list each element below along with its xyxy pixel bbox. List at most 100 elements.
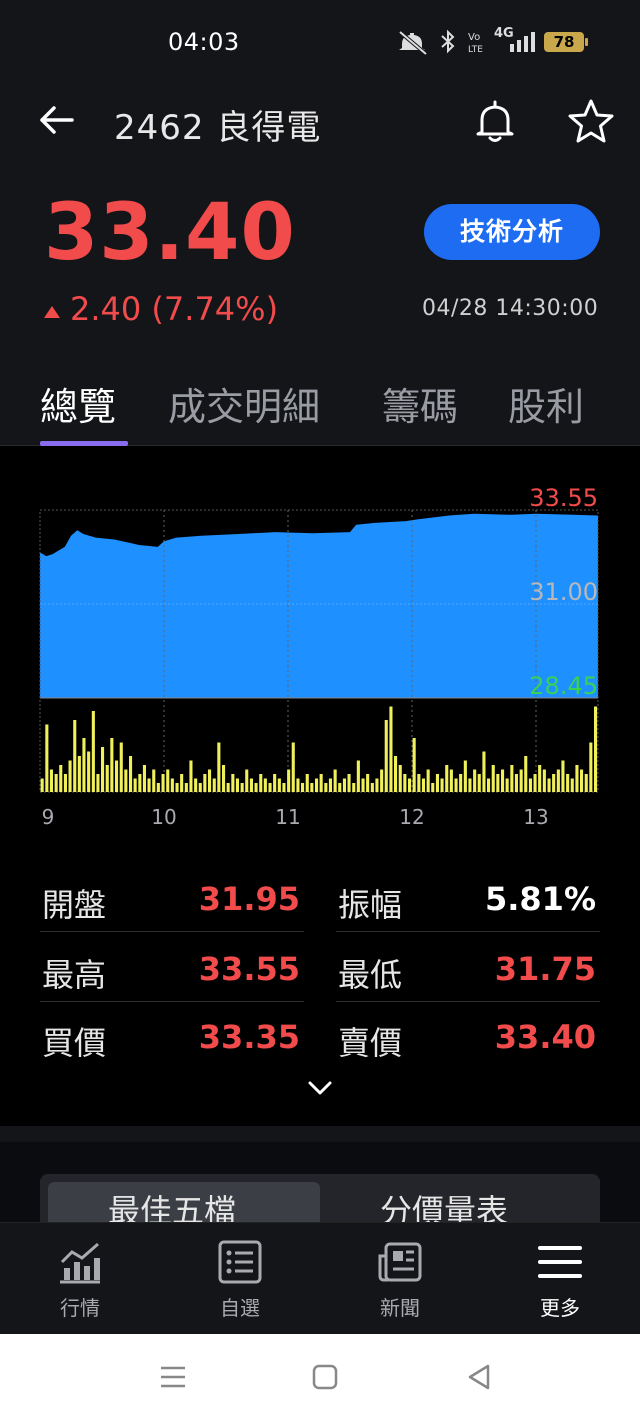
volume-bar	[352, 783, 356, 792]
x-tick-label: 9	[42, 805, 55, 829]
volume-bar	[440, 778, 444, 792]
volume-bar	[68, 760, 72, 792]
recent-apps-icon[interactable]	[158, 1362, 188, 1392]
volume-bars	[40, 706, 598, 792]
price-area	[40, 513, 598, 698]
volume-bar	[533, 774, 537, 792]
price-area-layer	[40, 513, 598, 698]
tab-chips[interactable]: 籌碼	[382, 376, 458, 431]
back-triangle-icon[interactable]	[464, 1362, 494, 1392]
volume-bar	[408, 778, 412, 792]
volume-bar	[366, 774, 370, 792]
volume-bar	[138, 774, 142, 792]
volume-bar	[556, 769, 560, 792]
volume-bar	[87, 751, 91, 792]
bell-icon[interactable]	[472, 98, 518, 144]
home-icon[interactable]	[310, 1362, 340, 1392]
volume-bar	[421, 778, 425, 792]
volume-bar	[589, 742, 593, 792]
volume-bar	[73, 720, 77, 792]
volume-bar	[287, 769, 291, 792]
bluetooth-icon	[441, 29, 455, 54]
nav-market-label[interactable]: 行情	[30, 1292, 130, 1321]
list-icon[interactable]	[216, 1238, 264, 1286]
volume-bar	[328, 778, 332, 792]
volume-bar	[361, 778, 365, 792]
back-arrow-icon[interactable]	[36, 100, 76, 140]
bid-label: 買價	[42, 1024, 107, 1062]
volume-bar	[528, 778, 532, 792]
volume-bar	[226, 783, 230, 792]
volume-bar	[552, 774, 556, 792]
volume-bar	[282, 783, 286, 792]
volume-bar	[110, 738, 114, 792]
x-tick-label: 13	[523, 805, 548, 829]
open-label: 開盤	[42, 886, 107, 924]
tab-overflow[interactable]: ​	[634, 376, 640, 420]
volume-bar	[133, 778, 137, 792]
x-tick-label: 11	[275, 805, 300, 829]
volume-bar	[273, 774, 277, 792]
volume-bar	[161, 774, 165, 792]
volume-bar	[166, 769, 170, 792]
stock-title: 2462 良得電	[114, 108, 322, 148]
status-time: 04:03	[168, 28, 240, 56]
volume-bar	[580, 769, 584, 792]
mute-icon	[398, 30, 428, 56]
high-value: 33.55	[198, 950, 300, 988]
volume-bar	[501, 769, 505, 792]
volume-bar	[445, 765, 449, 792]
section-separator	[0, 1126, 640, 1142]
star-icon[interactable]	[566, 96, 616, 146]
nav-more-label[interactable]: 更多	[510, 1292, 610, 1321]
volume-bar	[296, 778, 300, 792]
tab-trade-details[interactable]: 成交明細	[168, 376, 320, 431]
chart-icon[interactable]	[56, 1238, 104, 1286]
volume-bar	[82, 738, 86, 792]
volume-bar	[477, 774, 481, 792]
ask-value: 33.40	[494, 1018, 596, 1056]
volume-bar	[524, 756, 528, 792]
volume-bar	[142, 765, 146, 792]
volume-bar	[305, 774, 309, 792]
volume-bar	[240, 783, 244, 792]
menu-icon[interactable]	[536, 1238, 584, 1286]
technical-analysis-button[interactable]: 技術分析	[424, 204, 600, 260]
volume-bar	[96, 774, 100, 792]
volume-bar	[403, 774, 407, 792]
active-tab-indicator	[40, 441, 128, 446]
volte-icon: Vo LTE	[468, 32, 483, 55]
volume-bar	[231, 774, 235, 792]
row-divider	[40, 931, 304, 932]
volume-bar	[212, 778, 216, 792]
volume-bar	[496, 774, 500, 792]
tab-dividends[interactable]: 股利	[508, 376, 584, 431]
volume-bar	[338, 783, 342, 792]
volume-bar	[319, 774, 323, 792]
amplitude-label: 振幅	[338, 886, 403, 924]
nav-watchlist-label[interactable]: 自選	[190, 1292, 290, 1321]
volume-bar	[487, 778, 491, 792]
signal-icon	[510, 32, 535, 52]
chevron-down-icon[interactable]	[306, 1076, 334, 1100]
volume-bar	[194, 778, 198, 792]
volume-bar	[91, 711, 95, 792]
volume-bar	[222, 765, 226, 792]
volume-bar	[505, 778, 509, 792]
volume-bar	[431, 783, 435, 792]
tab-overview[interactable]: 總覽	[40, 376, 116, 431]
intraday-chart[interactable]: 33.55 31.00 28.45 9 10 11 12 13	[0, 470, 640, 840]
volume-bar	[147, 778, 151, 792]
nav-news-label[interactable]: 新聞	[350, 1292, 450, 1321]
x-tick-label: 10	[151, 805, 176, 829]
news-icon[interactable]	[376, 1238, 424, 1286]
volume-bar	[315, 778, 319, 792]
volume-bar	[105, 765, 109, 792]
volume-bar	[575, 765, 579, 792]
row-divider	[336, 931, 600, 932]
volume-bar	[54, 774, 58, 792]
volume-bar	[77, 756, 81, 792]
volume-bar	[389, 706, 393, 792]
battery-level: 78	[544, 32, 584, 52]
volume-bar	[170, 778, 174, 792]
